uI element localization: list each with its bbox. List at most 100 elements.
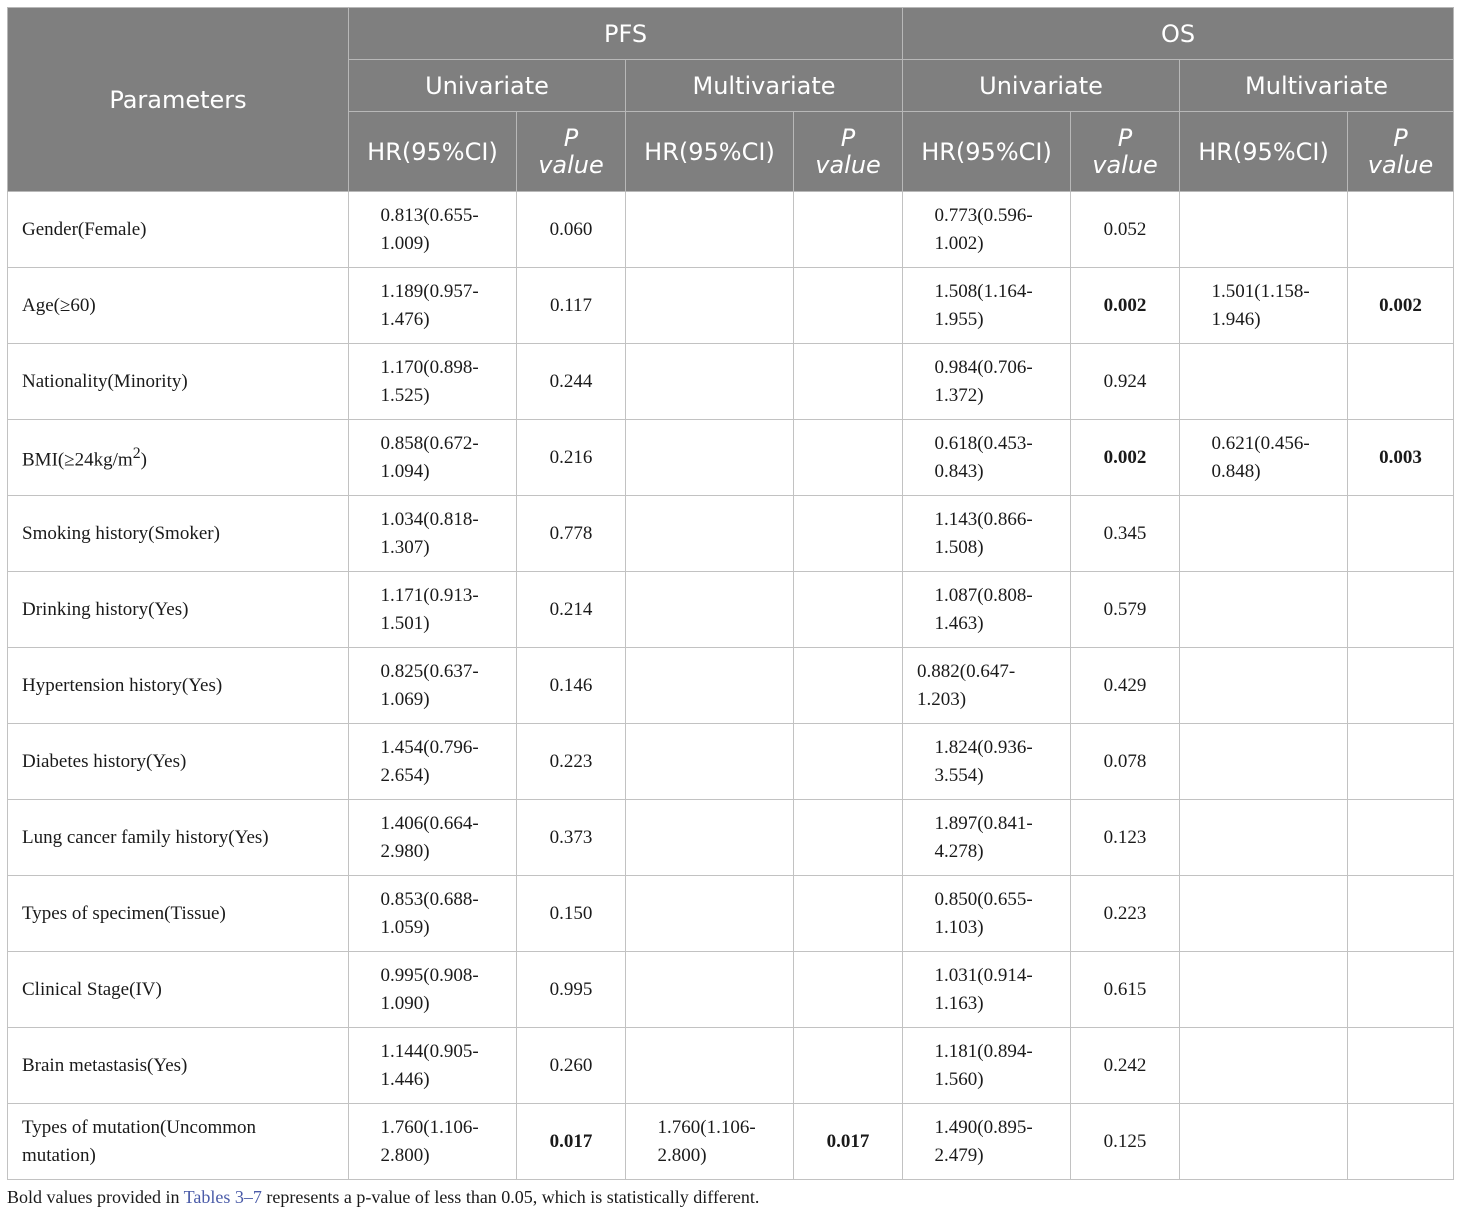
pfs-uni-hr-cell: 0.858(0.672-1.094) (348, 419, 517, 496)
os-multi-hr-cell (1179, 1103, 1349, 1180)
row-parameter: Nationality(Minority) (7, 343, 349, 420)
os-multi-p-cell (1347, 191, 1455, 268)
table-body: Gender(Female) 0.813(0.655-1.009) 0.060 … (7, 191, 1455, 1180)
pfs-multi-hr-cell (625, 267, 794, 344)
os-multivariate-header: Multivariate (1179, 59, 1455, 112)
os-multi-p-header: Pvalue (1347, 111, 1455, 192)
pfs-uni-p-cell: 0.778 (516, 495, 626, 572)
pfs-uni-hr-cell: 1.170(0.898-1.525) (348, 343, 517, 420)
pfs-uni-hr-cell: 1.034(0.818-1.307) (348, 495, 517, 572)
pfs-multi-hr-cell (625, 723, 794, 800)
pfs-uni-p-cell: 0.244 (516, 343, 626, 420)
pfs-uni-p-cell: 0.017 (516, 1103, 626, 1180)
pfs-uni-p-cell: 0.117 (516, 267, 626, 344)
row-parameter: Types of mutation(Uncommon mutation) (7, 1103, 349, 1180)
pfs-uni-hr-cell: 0.995(0.908-1.090) (348, 951, 517, 1028)
pfs-multi-hr-cell (625, 799, 794, 876)
row-parameter: Diabetes history(Yes) (7, 723, 349, 800)
results-table: Parameters PFS OS Univariate Multivariat… (7, 7, 1455, 1180)
os-multi-p-cell (1347, 951, 1455, 1028)
os-multi-hr-cell (1179, 799, 1349, 876)
tables-link[interactable]: Tables 3–7 (184, 1187, 262, 1207)
os-uni-p-cell: 0.924 (1070, 343, 1181, 420)
pfs-uni-p-cell: 0.223 (516, 723, 626, 800)
pfs-multivariate-header: Multivariate (624, 59, 904, 112)
table-row: Gender(Female) 0.813(0.655-1.009) 0.060 … (7, 191, 1455, 268)
parameters-header: Parameters (7, 7, 349, 192)
row-parameter: Gender(Female) (7, 191, 349, 268)
table-header: Parameters PFS OS Univariate Multivariat… (7, 7, 1455, 192)
os-uni-p-cell: 0.002 (1070, 267, 1181, 344)
table-row: Lung cancer family history(Yes) 1.406(0.… (7, 799, 1455, 876)
os-uni-hr-cell: 0.882(0.647-1.203) (902, 647, 1072, 724)
pfs-multi-hr-cell (625, 495, 794, 572)
pfs-multi-p-cell (792, 343, 904, 420)
table-row: Nationality(Minority) 1.170(0.898-1.525)… (7, 343, 1455, 420)
os-uni-hr-cell: 0.773(0.596-1.002) (902, 191, 1072, 268)
os-uni-p-cell: 0.002 (1070, 419, 1181, 496)
pfs-multi-hr-cell (625, 875, 794, 952)
pfs-multi-p-cell (792, 571, 904, 648)
os-uni-p-cell: 0.123 (1070, 799, 1181, 876)
os-multi-p-cell (1347, 723, 1455, 800)
row-parameter: Types of specimen(Tissue) (7, 875, 349, 952)
pfs-uni-p-cell: 0.060 (516, 191, 626, 268)
pfs-uni-p-cell: 0.260 (516, 1027, 626, 1104)
pfs-multi-hr-cell (625, 951, 794, 1028)
os-multi-p-cell: 0.002 (1347, 267, 1455, 344)
os-multi-hr-cell (1179, 875, 1349, 952)
pfs-multi-hr-cell (625, 647, 794, 724)
os-uni-p-cell: 0.052 (1070, 191, 1181, 268)
os-multi-hr-cell (1179, 951, 1349, 1028)
pfs-uni-p-cell: 0.995 (516, 951, 626, 1028)
table-row: Brain metastasis(Yes) 1.144(0.905-1.446)… (7, 1027, 1455, 1104)
pfs-uni-p-cell: 0.150 (516, 875, 626, 952)
pfs-multi-p-cell (792, 723, 904, 800)
os-uni-p-cell: 0.078 (1070, 723, 1181, 800)
row-parameter: Brain metastasis(Yes) (7, 1027, 349, 1104)
pfs-multi-hr-cell (625, 571, 794, 648)
pfs-multi-hr-cell (625, 419, 794, 496)
pfs-multi-hr-cell (625, 191, 794, 268)
pfs-multi-p-cell: 0.017 (792, 1103, 904, 1180)
os-multi-hr-cell (1179, 191, 1349, 268)
row-parameter: Smoking history(Smoker) (7, 495, 349, 572)
pfs-multi-hr-cell: 1.760(1.106-2.800) (625, 1103, 794, 1180)
os-univariate-header: Univariate (902, 59, 1181, 112)
table-row: Drinking history(Yes) 1.171(0.913-1.501)… (7, 571, 1455, 648)
os-multi-p-cell (1347, 647, 1455, 724)
table-row: Diabetes history(Yes) 1.454(0.796-2.654)… (7, 723, 1455, 800)
os-multi-hr-cell (1179, 343, 1349, 420)
os-uni-hr-cell: 1.508(1.164-1.955) (902, 267, 1072, 344)
os-uni-hr-header: HR(95%CI) (902, 111, 1072, 192)
os-multi-hr-cell: 1.501(1.158-1.946) (1179, 267, 1349, 344)
os-uni-hr-cell: 1.087(0.808-1.463) (902, 571, 1072, 648)
os-uni-hr-cell: 1.143(0.866-1.508) (902, 495, 1072, 572)
pfs-multi-p-cell (792, 1027, 904, 1104)
os-uni-p-cell: 0.223 (1070, 875, 1181, 952)
os-multi-p-cell (1347, 1103, 1455, 1180)
os-uni-hr-cell: 1.031(0.914-1.163) (902, 951, 1072, 1028)
pfs-multi-p-cell (792, 875, 904, 952)
row-parameter: BMI(≥24kg/m2) (7, 419, 349, 496)
footnote-text: Bold values provided in (7, 1187, 184, 1207)
os-header: OS (902, 7, 1455, 60)
pfs-uni-p-cell: 0.214 (516, 571, 626, 648)
table-row: Age(≥60) 1.189(0.957-1.476) 0.117 1.508(… (7, 267, 1455, 344)
pfs-uni-hr-cell: 1.760(1.106-2.800) (348, 1103, 517, 1180)
os-uni-p-cell: 0.615 (1070, 951, 1181, 1028)
table-row: Types of mutation(Uncommon mutation) 1.7… (7, 1103, 1455, 1180)
row-parameter: Clinical Stage(IV) (7, 951, 349, 1028)
pfs-multi-p-cell (792, 191, 904, 268)
os-multi-p-cell (1347, 571, 1455, 648)
os-multi-hr-cell (1179, 1027, 1349, 1104)
os-uni-hr-cell: 0.618(0.453-0.843) (902, 419, 1072, 496)
table-row: Clinical Stage(IV) 0.995(0.908-1.090) 0.… (7, 951, 1455, 1028)
os-multi-p-cell (1347, 875, 1455, 952)
os-multi-hr-cell (1179, 723, 1349, 800)
os-multi-hr-cell (1179, 495, 1349, 572)
pfs-uni-p-cell: 0.216 (516, 419, 626, 496)
pfs-multi-p-cell (792, 647, 904, 724)
pfs-uni-hr-cell: 1.144(0.905-1.446) (348, 1027, 517, 1104)
pfs-uni-hr-cell: 0.825(0.637-1.069) (348, 647, 517, 724)
